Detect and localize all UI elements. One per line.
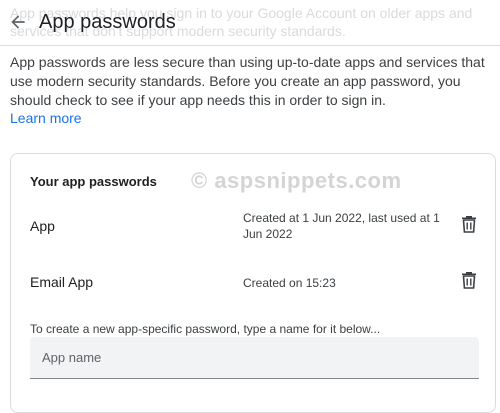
password-meta: Created at 1 Jun 2022, last used at 1 Ju… <box>243 211 440 241</box>
back-button[interactable] <box>6 10 30 34</box>
app-bar: App passwords <box>0 0 500 44</box>
delete-password-button[interactable] <box>461 215 477 233</box>
intro-text: App passwords are less secure than using… <box>10 54 485 108</box>
password-meta: Created on 15:23 <box>243 276 336 290</box>
password-name: Email App <box>30 274 94 290</box>
card-title: Your app passwords <box>30 174 157 189</box>
trash-can-icon <box>462 272 476 289</box>
trash-can-icon <box>462 216 476 233</box>
header-divider <box>0 45 500 46</box>
new-password-hint: To create a new app-specific password, t… <box>30 322 381 336</box>
page-title: App passwords <box>39 11 176 33</box>
watermark: © aspsnippets.com <box>191 168 402 193</box>
learn-more-link[interactable]: Learn more <box>10 109 82 127</box>
arrow-left-icon <box>11 15 25 29</box>
password-name: App <box>30 218 55 234</box>
password-row: Email App Created on 15:23 <box>11 260 497 300</box>
app-passwords-card: Your app passwords © aspsnippets.com App… <box>10 153 496 413</box>
delete-password-button[interactable] <box>461 271 477 289</box>
password-row: App Created at 1 Jun 2022, last used at … <box>11 204 497 244</box>
app-name-input[interactable] <box>30 337 479 378</box>
app-name-field[interactable] <box>30 337 479 379</box>
